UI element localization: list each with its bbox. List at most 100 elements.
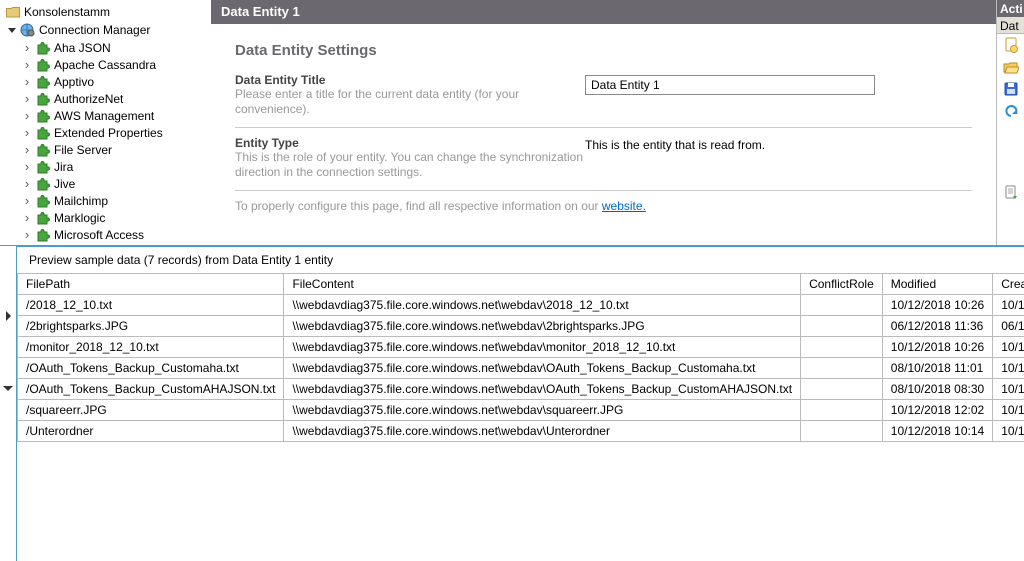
tree-item[interactable]: Extended Properties (0, 124, 210, 141)
cell-created: 10/12/2018 11:59 (993, 358, 1024, 379)
chevron-right-icon (22, 194, 32, 208)
chevron-right-icon (22, 228, 32, 242)
save-button[interactable] (997, 78, 1024, 100)
panel-header: Data Entity 1 (211, 0, 996, 24)
save-icon (1004, 82, 1018, 96)
caret-down-icon[interactable] (3, 386, 13, 391)
table-row[interactable]: /monitor_2018_12_10.txt\\webdavdiag375.f… (18, 337, 1024, 358)
tree-item[interactable]: Jive (0, 175, 210, 192)
right-strip-header: Acti (997, 0, 1024, 17)
cell-filecontent: \\webdavdiag375.file.core.windows.net\we… (284, 379, 801, 400)
col-created[interactable]: Created (993, 274, 1024, 295)
cell-conflictrole (801, 337, 883, 358)
open-folder-button[interactable] (997, 56, 1024, 78)
cell-conflictrole (801, 421, 883, 442)
tree-item[interactable]: File Server (0, 141, 210, 158)
cell-filecontent: \\webdavdiag375.file.core.windows.net\we… (284, 400, 801, 421)
chevron-right-icon (22, 109, 32, 123)
puzzle-icon (36, 92, 50, 106)
tree-item[interactable]: Mailchimp (0, 192, 210, 209)
tree-item-label: Microsoft Access (54, 228, 144, 242)
puzzle-icon (36, 41, 50, 55)
tree-root-node[interactable]: Konsolenstamm (0, 3, 210, 21)
cell-filepath: /monitor_2018_12_10.txt (18, 337, 284, 358)
puzzle-icon (36, 228, 50, 242)
entity-title-input[interactable] (585, 75, 875, 95)
new-file-button[interactable] (997, 34, 1024, 56)
right-actions-strip: Acti Dat (996, 0, 1024, 245)
tree-item-label: Apache Cassandra (54, 58, 156, 72)
field-help: This is the role of your entity. You can… (235, 150, 585, 180)
table-row[interactable]: /Unterordner\\webdavdiag375.file.core.wi… (18, 421, 1024, 442)
panel-header-title: Data Entity 1 (221, 4, 300, 19)
preview-table[interactable]: FilePath FileContent ConflictRole Modifi… (17, 273, 1024, 442)
cell-modified: 10/12/2018 10:26 (882, 337, 992, 358)
cell-modified: 08/10/2018 08:30 (882, 379, 992, 400)
section-title: Data Entity Settings (235, 42, 972, 59)
table-row[interactable]: /2brightsparks.JPG\\webdavdiag375.file.c… (18, 316, 1024, 337)
tree-item-label: Marklogic (54, 211, 105, 225)
puzzle-icon (36, 211, 50, 225)
chevron-right-icon (22, 75, 32, 89)
tree-item[interactable]: Aha JSON (0, 39, 210, 56)
puzzle-icon (36, 75, 50, 89)
properties-button[interactable] (997, 182, 1024, 204)
cell-filepath: /squareerr.JPG (18, 400, 284, 421)
folder-open-icon (1003, 61, 1019, 74)
tree-item-label: Aha JSON (54, 41, 111, 55)
tree-item[interactable]: Apptivo (0, 73, 210, 90)
entity-type-value: This is the entity that is read from. (585, 138, 765, 152)
undo-button[interactable] (997, 100, 1024, 122)
table-row[interactable]: /squareerr.JPG\\webdavdiag375.file.core.… (18, 400, 1024, 421)
undo-icon (1004, 105, 1018, 117)
tree-item-label: AuthorizeNet (54, 92, 123, 106)
cell-created: 10/12/2018 11:59 (993, 295, 1024, 316)
chevron-down-icon (8, 28, 16, 33)
preview-panel: Preview sample data (7 records) from Dat… (16, 246, 1024, 561)
preview-title: Preview sample data (7 records) from Dat… (17, 247, 1024, 273)
configure-hint: To properly configure this page, find al… (235, 199, 972, 213)
tree-item[interactable]: Jira (0, 158, 210, 175)
website-link[interactable]: website. (602, 199, 646, 213)
right-strip-tab[interactable]: Dat (997, 17, 1024, 34)
cell-filepath: /2018_12_10.txt (18, 295, 284, 316)
col-filepath[interactable]: FilePath (18, 274, 284, 295)
tree-item[interactable]: Apache Cassandra (0, 56, 210, 73)
tree-item[interactable]: AuthorizeNet (0, 90, 210, 107)
tree-item[interactable]: Marklogic (0, 209, 210, 226)
cell-filecontent: \\webdavdiag375.file.core.windows.net\we… (284, 295, 801, 316)
table-row[interactable]: /2018_12_10.txt\\webdavdiag375.file.core… (18, 295, 1024, 316)
col-modified[interactable]: Modified (882, 274, 992, 295)
tree-item-label: Extended Properties (54, 126, 163, 140)
cell-modified: 10/12/2018 10:26 (882, 295, 992, 316)
connection-tree[interactable]: Konsolenstamm Connection Manager Aha JSO… (0, 0, 210, 245)
document-arrow-icon (1004, 185, 1018, 201)
tree-item[interactable]: Microsoft Access (0, 226, 210, 243)
caret-right-icon[interactable] (6, 311, 11, 321)
cell-created: 10/12/2018 11:59 (993, 379, 1024, 400)
cell-created: 06/12/2018 11:36 (993, 316, 1024, 337)
cell-modified: 08/10/2018 11:01 (882, 358, 992, 379)
chevron-right-icon (22, 160, 32, 174)
cell-modified: 06/12/2018 11:36 (882, 316, 992, 337)
chevron-right-icon (22, 41, 32, 55)
cell-filecontent: \\webdavdiag375.file.core.windows.net\we… (284, 316, 801, 337)
puzzle-icon (36, 126, 50, 140)
cell-filepath: /OAuth_Tokens_Backup_Customaha.txt (18, 358, 284, 379)
puzzle-icon (36, 194, 50, 208)
chevron-right-icon (22, 92, 32, 106)
col-filecontent[interactable]: FileContent (284, 274, 801, 295)
tree-cm-label: Connection Manager (39, 23, 150, 37)
tree-item-label: Mailchimp (54, 194, 108, 208)
chevron-right-icon (22, 58, 32, 72)
tree-connection-manager[interactable]: Connection Manager (0, 21, 210, 39)
table-row[interactable]: /OAuth_Tokens_Backup_Customaha.txt\\webd… (18, 358, 1024, 379)
puzzle-icon (36, 109, 50, 123)
col-conflictrole[interactable]: ConflictRole (801, 274, 883, 295)
tree-root-label: Konsolenstamm (24, 5, 110, 19)
table-row[interactable]: /OAuth_Tokens_Backup_CustomAHAJSON.txt\\… (18, 379, 1024, 400)
tree-item[interactable]: AWS Management (0, 107, 210, 124)
cell-filepath: /OAuth_Tokens_Backup_CustomAHAJSON.txt (18, 379, 284, 400)
cell-filecontent: \\webdavdiag375.file.core.windows.net\we… (284, 358, 801, 379)
cell-modified: 10/12/2018 12:02 (882, 400, 992, 421)
